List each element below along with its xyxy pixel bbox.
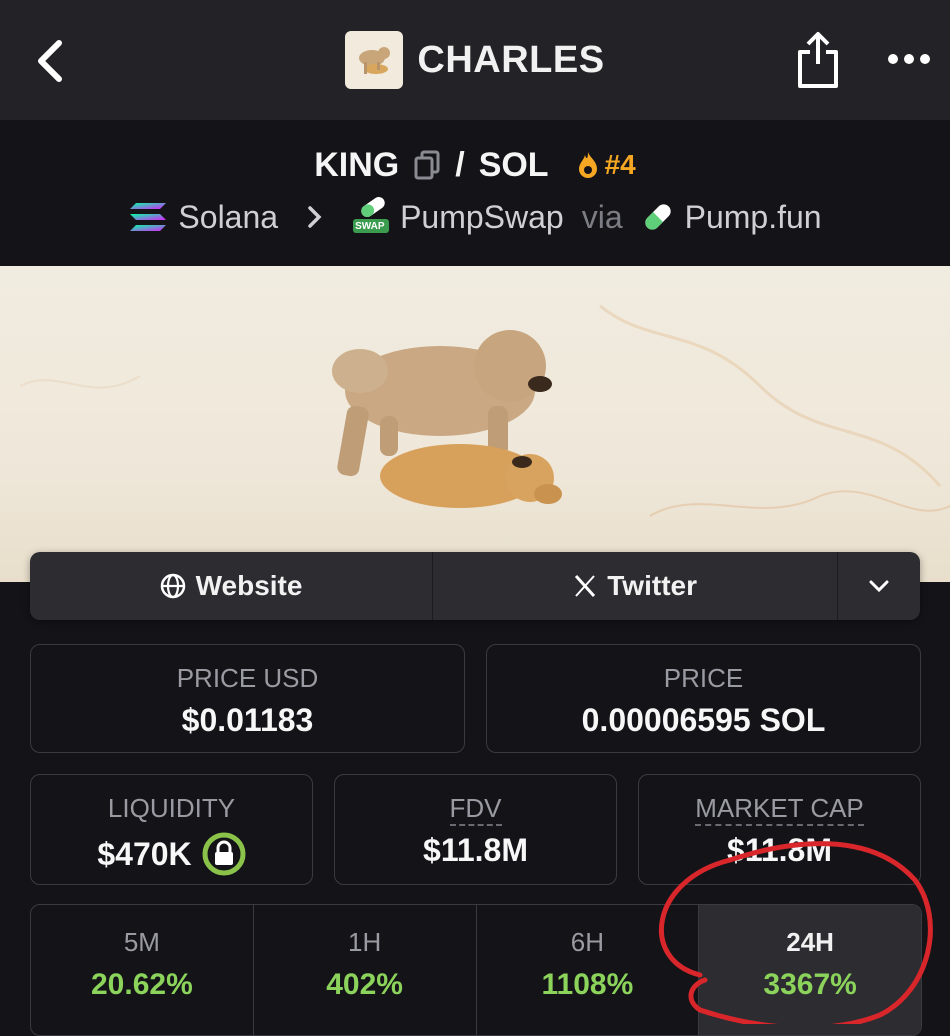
globe-icon [160, 573, 185, 599]
pumpswap-icon: SWAP [352, 196, 390, 237]
liquidity-card: LIQUIDITY $470K [30, 774, 313, 885]
back-button[interactable] [30, 38, 70, 84]
pair-separator: / [455, 145, 465, 184]
market-cap-value: $11.8M [727, 832, 832, 868]
more-links-dropdown[interactable] [838, 552, 920, 620]
change-label: 24H [786, 927, 834, 957]
launchpad-name[interactable]: Pump.fun [685, 199, 822, 236]
price-card: PRICE 0.00006595 SOL [486, 644, 921, 753]
quote-symbol: SOL [478, 145, 549, 184]
price-value: 0.00006595 SOL [581, 702, 826, 738]
price-usd-label: PRICE USD [176, 663, 319, 693]
website-button[interactable]: Website [30, 552, 434, 620]
liquidity-row: $470K [31, 832, 312, 876]
change-label: 6H [570, 927, 604, 957]
chain-row: Solana SWAP PumpSwap via Pump.fun [0, 192, 950, 242]
market-cap-label[interactable]: MARKET CAP [695, 793, 864, 826]
dex-name[interactable]: PumpSwap [400, 199, 564, 236]
base-symbol: KING [314, 145, 400, 184]
liquidity-value: $470K [97, 835, 192, 872]
price-label: PRICE [663, 663, 744, 693]
change-value: 20.62% [91, 968, 193, 1001]
more-button[interactable] [886, 44, 932, 74]
change-label: 5M [123, 927, 160, 957]
copy-icon[interactable] [413, 150, 441, 180]
price-usd-card: PRICE USD $0.01183 [30, 644, 465, 753]
dog-icon [359, 47, 391, 74]
chevron-left-icon [38, 40, 62, 82]
price-change-tabs: 5M 20.62% 1H 402% 6H 1108% 24H 3367% [30, 904, 922, 1036]
header-title-group: CHARLES [345, 31, 604, 89]
fdv-value: $11.8M [423, 832, 528, 868]
website-label: Website [195, 570, 303, 601]
trending-rank[interactable]: #4 [575, 149, 636, 181]
rank-value: #4 [604, 149, 636, 180]
token-banner [0, 266, 950, 582]
share-button[interactable] [796, 30, 840, 90]
twitter-button[interactable]: Twitter [433, 552, 839, 620]
change-label: 1H [348, 927, 382, 957]
pair-row: KING / SOL #4 [0, 142, 950, 188]
more-dots-icon [888, 54, 930, 64]
app-title: CHARLES [417, 38, 605, 81]
change-tab-6h[interactable]: 6H 1108% [477, 905, 700, 1035]
swap-badge: SWAP [355, 221, 385, 232]
app-header: CHARLES [0, 0, 950, 120]
x-logo-icon [575, 574, 596, 598]
solana-icon [130, 203, 167, 231]
change-value: 1108% [541, 968, 634, 1001]
liquidity-label: LIQUIDITY [107, 793, 236, 823]
fdv-label[interactable]: FDV [449, 793, 502, 826]
pill-icon [644, 204, 671, 230]
social-links: Website Twitter [30, 552, 920, 620]
change-tab-1h[interactable]: 1H 402% [254, 905, 477, 1035]
fire-icon [578, 152, 597, 178]
market-cap-card: MARKET CAP $11.8M [638, 774, 921, 885]
share-icon [798, 32, 838, 88]
price-usd-value: $0.01183 [181, 702, 314, 738]
chevron-right-icon [308, 206, 322, 228]
network-name[interactable]: Solana [178, 199, 278, 236]
change-tab-5m[interactable]: 5M 20.62% [31, 905, 254, 1035]
change-value: 3367% [763, 968, 857, 1001]
banner-image [19, 304, 950, 517]
via-label: via [581, 198, 623, 235]
twitter-label: Twitter [607, 570, 697, 601]
change-tab-24h[interactable]: 24H 3367% [699, 905, 921, 1035]
lock-icon[interactable] [202, 832, 246, 876]
chevron-down-icon [869, 580, 889, 593]
fdv-card: FDV $11.8M [334, 774, 617, 885]
token-avatar [345, 31, 404, 89]
change-value: 402% [326, 968, 403, 1001]
